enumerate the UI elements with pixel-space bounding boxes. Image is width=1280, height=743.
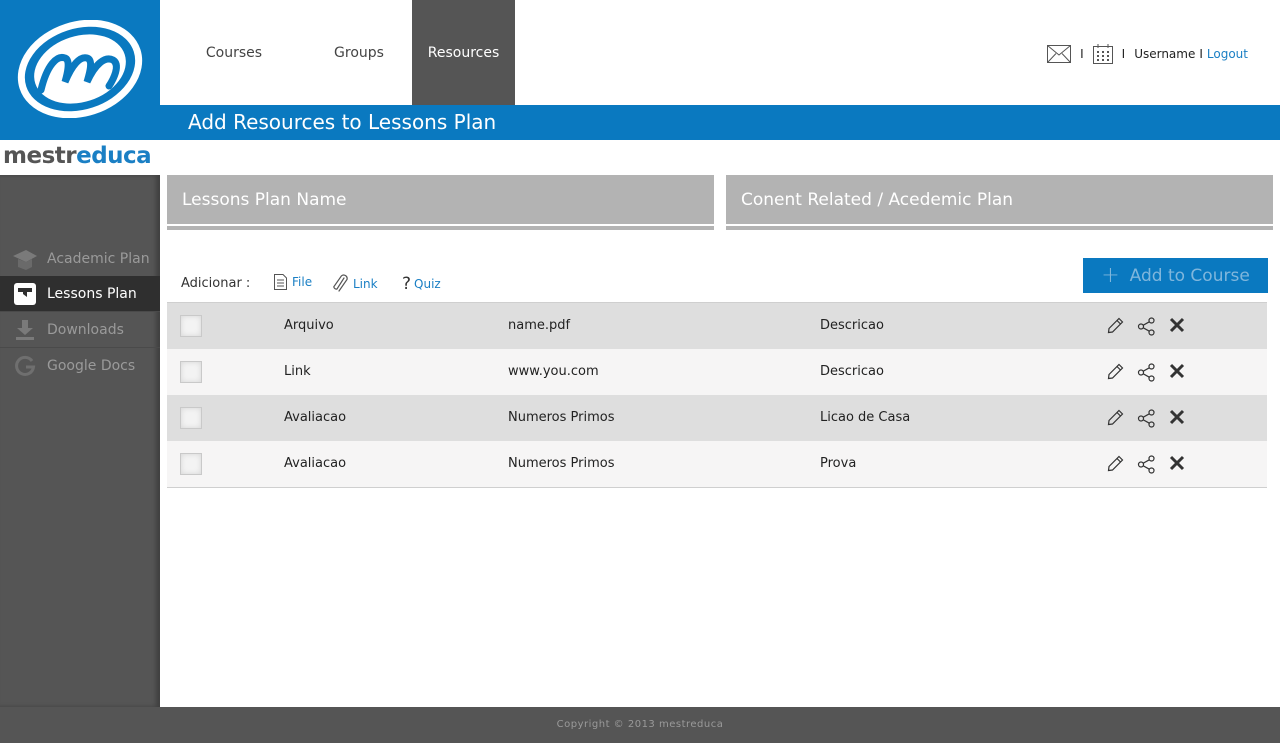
file-icon [274,274,287,290]
edit-icon[interactable] [1107,363,1124,380]
resource-type: Arquivo [284,318,334,333]
sidebar-item-label: Lessons Plan [47,285,137,302]
separator: I [1080,47,1084,61]
lessons-plan-name-label: Lessons Plan Name [182,190,347,210]
nav-groups[interactable]: Groups [306,0,412,105]
add-link-link[interactable]: Link [333,274,378,294]
app-root: mestreduca Courses Groups Resources I I … [0,0,1280,743]
calendar-icon[interactable] [1092,44,1113,64]
resource-type: Link [284,364,311,379]
share-icon[interactable] [1137,455,1156,474]
table-row: Arquivo name.pdf Descricao [167,303,1267,349]
table-row: Avaliacao Numeros Primos Licao de Casa [167,395,1267,441]
download-icon [0,319,47,341]
sidebar-item-google-docs[interactable]: Google Docs [0,348,160,384]
lessons-plan-name-panel[interactable]: Lessons Plan Name [167,175,714,224]
sidebar-item-academic-plan[interactable]: Academic Plan [0,241,160,277]
table-row: Link www.you.com Descricao [167,349,1267,395]
resource-description: Prova [820,456,857,471]
sidebar: Academic Plan Lessons Plan Downloads Goo… [0,175,160,707]
brand-part-2: educa [76,143,152,169]
row-checkbox[interactable] [180,315,202,337]
share-icon[interactable] [1137,363,1156,382]
brand-part-1: mestr [3,143,77,169]
add-file-label: File [292,275,313,289]
nav-courses[interactable]: Courses [160,0,306,105]
resource-type: Avaliacao [284,410,347,425]
username-link[interactable]: Username [1134,47,1195,61]
delete-icon[interactable] [1169,409,1185,425]
panel-underline [726,226,1273,230]
add-quiz-link[interactable]: ? Quiz [402,274,441,294]
row-checkbox[interactable] [180,407,202,429]
edit-icon[interactable] [1107,409,1124,426]
separator: I [1199,47,1203,61]
resource-description: Licao de Casa [820,410,911,425]
resource-name: name.pdf [508,318,571,333]
logo[interactable] [0,0,160,140]
separator: I [1121,47,1126,61]
page-title: Add Resources to Lessons Plan [188,110,497,134]
footer: Copyright © 2013 mestreduca [0,707,1280,743]
sidebar-item-downloads[interactable]: Downloads [0,312,160,348]
adicionar-label: Adicionar : [181,276,251,291]
top-nav: Courses Groups Resources [160,0,515,105]
add-to-course-button[interactable]: + Add to Course [1083,258,1268,293]
plus-icon: + [1101,263,1120,288]
sidebar-item-lessons-plan[interactable]: Lessons Plan [0,276,160,312]
logout-link[interactable]: Logout [1207,47,1248,61]
logo-mark-icon [17,20,143,118]
delete-icon[interactable] [1169,317,1185,333]
resource-description: Descricao [820,318,884,333]
edit-icon[interactable] [1107,455,1124,472]
share-icon[interactable] [1137,409,1156,428]
delete-icon[interactable] [1169,363,1185,379]
copyright-text: Copyright © 2013 mestreduca [556,719,724,730]
add-link-label: Link [353,277,378,291]
google-icon [0,355,47,377]
delete-icon[interactable] [1169,455,1185,471]
add-to-course-label: Add to Course [1129,265,1250,286]
resource-name: www.you.com [508,364,599,379]
sidebar-item-label: Google Docs [47,358,136,374]
content-related-label: Conent Related / Acedemic Plan [741,190,1014,210]
sidebar-item-label: Downloads [47,321,124,338]
panel-underline [167,226,714,230]
sidebar-item-label: Academic Plan [47,250,150,267]
resource-description: Descricao [820,364,884,379]
table-row: Avaliacao Numeros Primos Prova [167,441,1267,487]
share-icon[interactable] [1137,317,1156,336]
nav-resources[interactable]: Resources [412,0,515,105]
paperclip-icon [333,274,348,294]
row-checkbox[interactable] [180,453,202,475]
brand-wordmark: mestreduca [3,143,152,171]
lessons-plan-icon [0,282,47,305]
edit-icon[interactable] [1107,317,1124,334]
resources-table: Arquivo name.pdf Descricao Link www.you.… [167,302,1267,488]
resource-type: Avaliacao [284,456,347,471]
user-bar: I I Username I Logout [1047,43,1248,65]
resource-name: Numeros Primos [508,410,615,425]
add-quiz-label: Quiz [414,277,441,291]
question-icon: ? [402,274,412,294]
add-file-link[interactable]: File [274,274,312,290]
mail-icon[interactable] [1047,45,1072,63]
row-checkbox[interactable] [180,361,202,383]
graduation-cap-icon [0,247,47,271]
resource-name: Numeros Primos [508,456,615,471]
content-related-panel[interactable]: Conent Related / Acedemic Plan [726,175,1273,224]
title-bar: Add Resources to Lessons Plan [160,105,1280,140]
